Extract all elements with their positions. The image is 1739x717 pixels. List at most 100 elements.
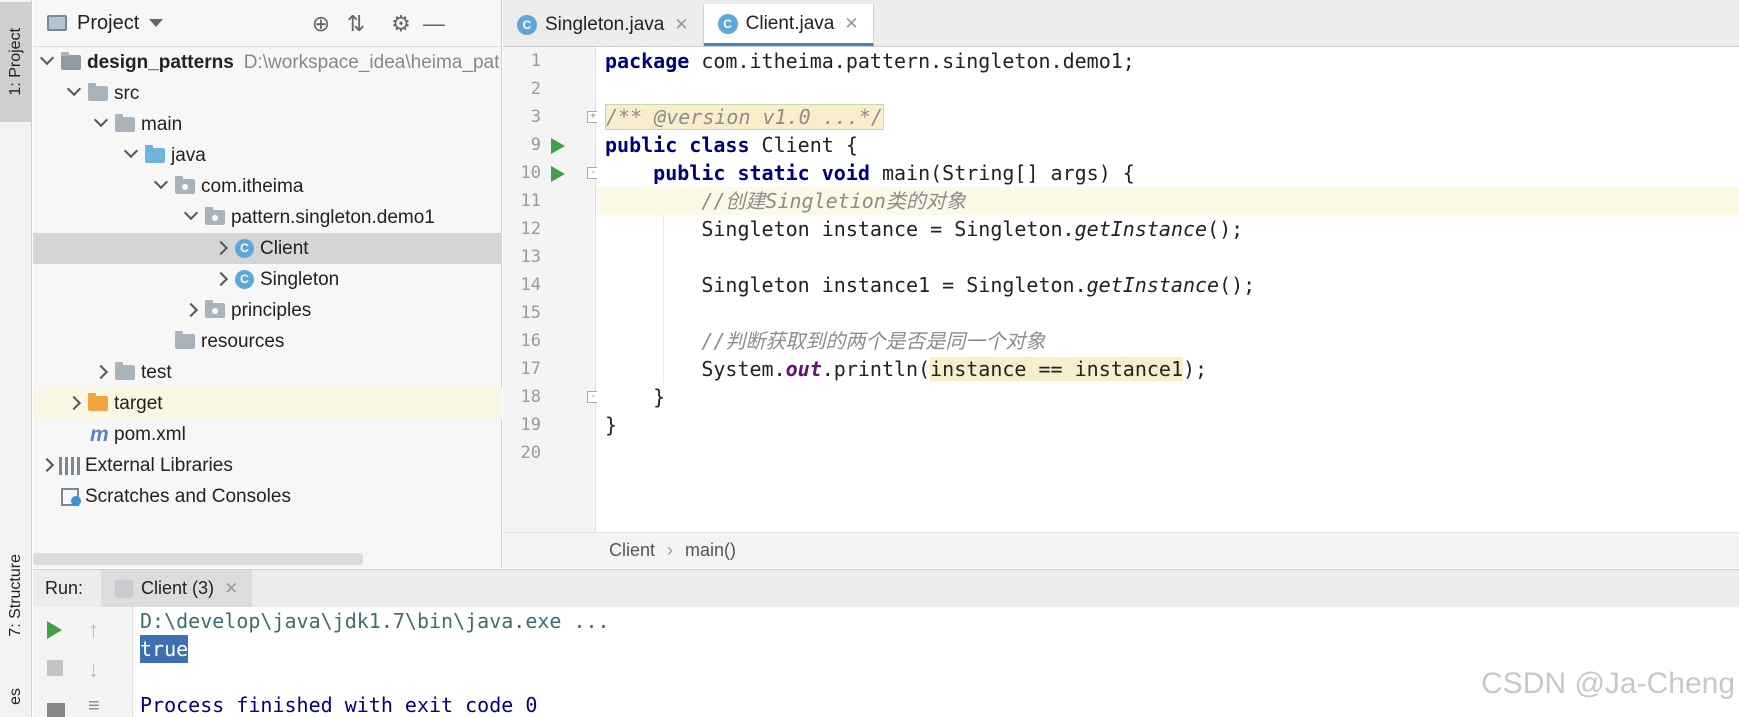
- watermark: CSDN @Ja-Cheng: [1481, 667, 1735, 700]
- layout-icon[interactable]: [47, 703, 65, 717]
- maven-icon: m: [90, 422, 109, 446]
- close-icon[interactable]: ✕: [674, 15, 688, 35]
- tree-item-com-itheima[interactable]: com.itheima: [33, 171, 502, 202]
- chevron-right-icon: ›: [667, 540, 674, 560]
- code-editor[interactable]: package com.itheima.pattern.singleton.de…: [597, 47, 1739, 532]
- chevron-right-icon[interactable]: [66, 395, 82, 413]
- tree-item-src[interactable]: src: [33, 78, 502, 109]
- runnable-class-icon: C: [717, 13, 738, 34]
- line-number: 16: [520, 331, 541, 351]
- chevron-down-icon[interactable]: [153, 177, 169, 196]
- class-icon: C: [235, 270, 254, 289]
- code-line: /** @version v1.0 ...*/: [597, 103, 1739, 131]
- line-number: 12: [520, 219, 541, 239]
- chevron-right-icon[interactable]: [39, 457, 55, 475]
- folder-icon: [88, 83, 108, 101]
- close-icon[interactable]: ✕: [844, 14, 858, 34]
- tab-singleton-java[interactable]: C Singleton.java ✕: [503, 4, 704, 46]
- tree-item-client[interactable]: C Client: [33, 233, 502, 264]
- chevron-down-icon[interactable]: [183, 208, 199, 227]
- chevron-down-icon[interactable]: [93, 115, 109, 134]
- package-icon: [205, 300, 225, 318]
- tree-item-java[interactable]: java: [33, 140, 502, 171]
- arrow-down-icon[interactable]: ↓: [88, 657, 108, 682]
- chevron-right-icon[interactable]: [213, 240, 229, 258]
- collapse-all-icon[interactable]: ⇅: [343, 11, 369, 37]
- editor-tab-bar: C Singleton.java ✕ C Client.java ✕: [503, 0, 1739, 47]
- code-line: Singleton instance1 = Singleton.getInsta…: [605, 273, 1256, 297]
- run-method-gutter-icon[interactable]: [551, 166, 565, 182]
- class-icon: C: [517, 15, 537, 35]
- project-header: Project ⊕ ⇅ ⚙ —: [33, 0, 501, 47]
- arrow-up-icon[interactable]: ↑: [88, 617, 108, 642]
- rerun-icon[interactable]: [47, 621, 62, 639]
- editor-gutter[interactable]: 1 2 3 9 10 11 12 13 14 15 16 17 18 19 20…: [503, 47, 599, 532]
- project-title[interactable]: Project: [77, 12, 139, 35]
- line-number: 2: [530, 79, 541, 99]
- tree-item-target[interactable]: target: [33, 388, 502, 419]
- console-command-line: D:\develop\java\jdk1.7\bin\java.exe ...: [140, 609, 610, 633]
- chevron-down-icon[interactable]: [123, 146, 139, 165]
- structure-tool-tab[interactable]: 7: Structure: [0, 540, 32, 650]
- code-line: }: [605, 385, 666, 409]
- line-number: 9: [530, 135, 541, 155]
- line-number: 11: [520, 191, 541, 211]
- tree-item-pom-xml[interactable]: m pom.xml: [33, 419, 502, 450]
- tree-item-singleton[interactable]: C Singleton: [33, 264, 502, 295]
- tree-item-resources[interactable]: resources: [33, 326, 502, 357]
- console-exit-line: Process finished with exit code 0: [140, 693, 538, 717]
- code-line: System.out.println(instance == instance1…: [605, 357, 1208, 381]
- folded-comment[interactable]: /** @version v1.0 ...*/: [605, 104, 884, 130]
- scratches-icon: [61, 487, 81, 506]
- excluded-folder-icon: [88, 393, 108, 411]
- line-number: 17: [520, 359, 541, 379]
- code-line: }: [605, 413, 618, 437]
- tree-item-pattern-singleton-demo1[interactable]: pattern.singleton.demo1: [33, 202, 502, 233]
- line-number: 18: [520, 387, 541, 407]
- tree-item-design-patterns[interactable]: design_patterns D:\workspace_idea\heima_…: [33, 47, 502, 78]
- chevron-right-icon[interactable]: [93, 364, 109, 382]
- chevron-right-icon[interactable]: [183, 302, 199, 320]
- package-icon: [205, 207, 225, 225]
- tree-item-principles[interactable]: principles: [33, 295, 502, 326]
- line-number: 3: [530, 107, 541, 127]
- chevron-down-icon[interactable]: [66, 84, 82, 103]
- run-class-gutter-icon[interactable]: [551, 138, 565, 154]
- gear-icon[interactable]: ⚙: [388, 11, 414, 37]
- runnable-class-icon: C: [235, 239, 254, 258]
- code-line-current: //创建Singletion类的对象: [597, 187, 1739, 215]
- line-number: 15: [520, 303, 541, 323]
- horizontal-scrollbar[interactable]: [33, 553, 363, 565]
- project-tool-tab[interactable]: 1: Project: [0, 2, 32, 122]
- console-icon: [115, 579, 134, 598]
- chevron-down-icon[interactable]: [39, 53, 55, 72]
- stop-icon[interactable]: [47, 660, 63, 676]
- tab-client-java[interactable]: C Client.java ✕: [703, 4, 874, 46]
- run-toolbar: ↑ ↓ ≡: [33, 607, 133, 717]
- soft-wrap-icon[interactable]: ≡: [88, 695, 108, 717]
- line-number: 20: [520, 443, 541, 463]
- tree-item-scratches[interactable]: Scratches and Consoles: [33, 481, 502, 512]
- line-number: 10: [520, 163, 541, 183]
- chevron-down-icon[interactable]: [149, 19, 164, 27]
- breadcrumb-class[interactable]: Client: [609, 540, 655, 561]
- tree-item-test[interactable]: test: [33, 357, 502, 388]
- line-number: 1: [530, 51, 541, 71]
- chevron-right-icon[interactable]: [213, 271, 229, 289]
- tree-item-main[interactable]: main: [33, 109, 502, 140]
- favorites-tool-tab[interactable]: es: [0, 675, 32, 717]
- code-line: package com.itheima.pattern.singleton.de…: [605, 49, 1135, 73]
- breadcrumb-method[interactable]: main(): [685, 540, 736, 561]
- line-number: 19: [520, 415, 541, 435]
- close-icon[interactable]: ✕: [224, 579, 238, 599]
- run-label: Run:: [45, 578, 84, 598]
- minimize-icon[interactable]: —: [421, 11, 447, 37]
- console-output-selected: true: [140, 635, 189, 663]
- code-line: Singleton instance = Singleton.getInstan…: [605, 217, 1244, 241]
- locate-icon[interactable]: ⊕: [308, 11, 334, 37]
- run-tab-client[interactable]: Client (3) ✕: [101, 569, 253, 608]
- tree-item-external-libraries[interactable]: External Libraries: [33, 450, 502, 481]
- tool-window-strip: 1: Project 7: Structure es: [0, 0, 32, 717]
- folder-icon: [115, 114, 135, 132]
- code-line: public class Client {: [605, 133, 858, 157]
